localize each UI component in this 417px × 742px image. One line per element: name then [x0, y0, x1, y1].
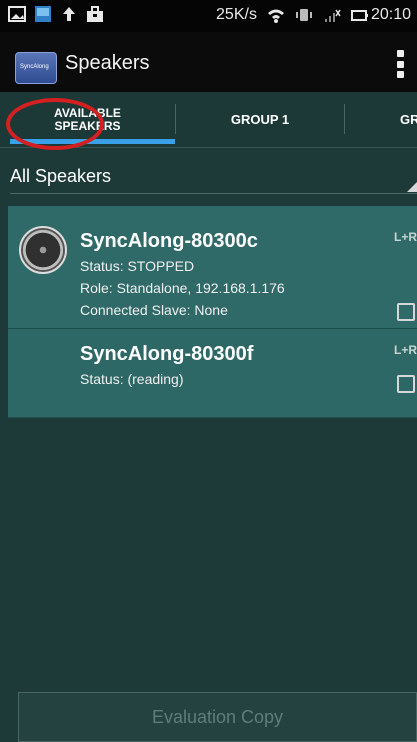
app-logo-text: SyncAlong	[20, 64, 49, 70]
filter-label: All Speakers	[10, 166, 112, 186]
speaker-list: SyncAlong-80300c Status: STOPPED Role: S…	[8, 206, 417, 418]
image-icon	[8, 6, 26, 22]
speaker-select-checkbox[interactable]	[397, 303, 415, 321]
network-speed: 25K/s	[216, 6, 257, 23]
speaker-status: Status: STOPPED	[80, 258, 195, 274]
briefcase-icon	[87, 6, 103, 22]
app-logo-icon[interactable]: SyncAlong	[15, 52, 57, 84]
action-bar: SyncAlong Speakers	[0, 32, 417, 92]
speaker-icon	[19, 226, 67, 274]
speaker-list-item[interactable]: SyncAlong-80300c Status: STOPPED Role: S…	[8, 206, 417, 329]
speaker-list-item[interactable]: SyncAlong-80300f Status: (reading) L+R	[8, 329, 417, 418]
channel-label: L+R	[393, 230, 417, 244]
speaker-filter-dropdown[interactable]: All Speakers	[10, 156, 417, 194]
status-bar: 25K/s 20:10	[0, 0, 417, 32]
dropdown-underline	[10, 193, 417, 194]
speaker-select-checkbox[interactable]	[397, 375, 415, 393]
tab-group-2[interactable]: GR	[345, 92, 417, 147]
speaker-name: SyncAlong-80300f	[80, 343, 254, 365]
dropdown-caret-icon	[407, 182, 417, 192]
signal-icon	[324, 9, 341, 22]
page-title: Speakers	[65, 52, 150, 74]
speaker-slave: Connected Slave: None	[80, 302, 228, 318]
evaluation-copy-button[interactable]: Evaluation Copy	[18, 692, 417, 742]
battery-icon	[350, 10, 368, 21]
wifi-icon	[267, 9, 284, 23]
overflow-menu-icon[interactable]	[397, 50, 405, 78]
annotation-circle	[6, 98, 104, 150]
vibrate-icon	[295, 9, 312, 21]
tab-group-1[interactable]: GROUP 1	[176, 92, 344, 147]
channel-label: L+R	[393, 343, 417, 357]
clock: 20:10	[370, 6, 411, 23]
speaker-name: SyncAlong-80300c	[80, 230, 258, 252]
speaker-role: Role: Standalone, 192.168.1.176	[80, 280, 285, 296]
upload-icon	[63, 7, 75, 21]
speaker-status: Status: (reading)	[80, 371, 184, 387]
photo-icon	[35, 6, 51, 22]
